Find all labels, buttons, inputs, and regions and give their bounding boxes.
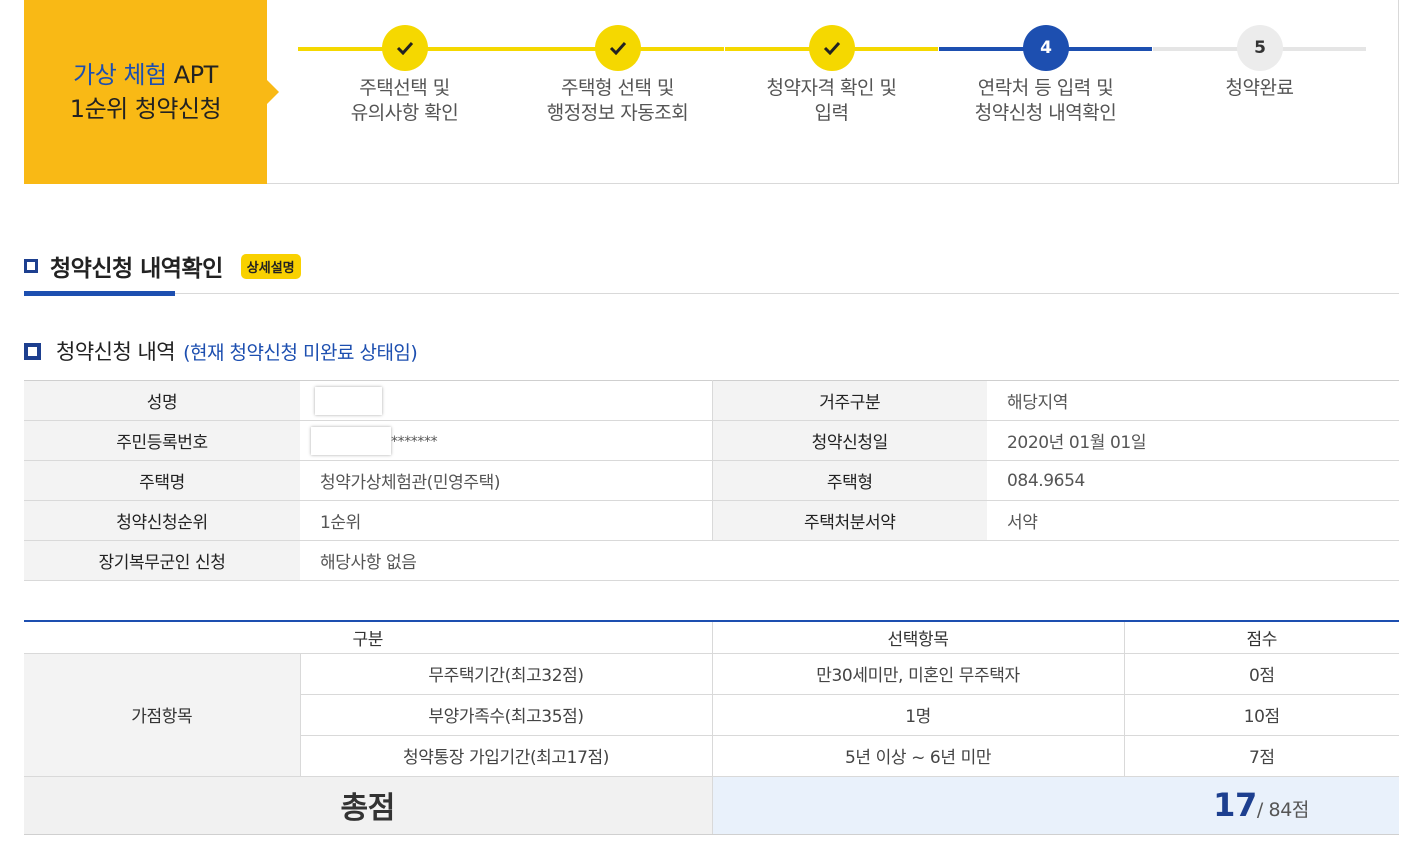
- total-score: 17: [1213, 786, 1257, 824]
- step-connector: [1153, 47, 1239, 51]
- application-status-text: (현재 청약신청 미완료 상태임): [183, 341, 418, 364]
- table-row: 청약신청순위 1순위 주택처분서약 서약: [24, 500, 1399, 541]
- score-item: 무주택기간(최고32점): [299, 652, 713, 695]
- divider: [24, 293, 1399, 294]
- step-label: 청약완료: [1225, 77, 1294, 99]
- military-label: 장기복무군인 신청: [24, 540, 300, 581]
- checkmark-icon: [595, 25, 641, 71]
- pledge-label: 주택처분서약: [711, 500, 987, 541]
- name-value: [300, 380, 712, 421]
- score-points: 7점: [1123, 734, 1400, 777]
- step-label: 연락처 등 입력 및 청약신청 내역확인: [974, 77, 1117, 124]
- page-title-line1: 가상 체험 APT: [73, 61, 218, 89]
- table-row: 성명 거주구분 해당지역: [24, 380, 1399, 421]
- score-points: 0점: [1123, 652, 1400, 695]
- step-connector: [298, 47, 384, 51]
- step-5: 5 청약완료: [1153, 24, 1366, 134]
- step-connector: [725, 47, 811, 51]
- table-row: 주택명 청약가상체험관(민영주택) 주택형 084.9654: [24, 460, 1399, 501]
- application-info-table: 성명 거주구분 해당지역 주민등록번호 ******* 청약신청일 2020년 …: [24, 380, 1399, 581]
- step-connector: [1280, 47, 1366, 51]
- step-connector: [852, 47, 938, 51]
- score-table: 구분 선택항목 점수 가점항목 무주택기간(최고32점) 만30세미만, 미혼인…: [24, 620, 1400, 835]
- section-header: 청약신청 내역확인 상세설명: [24, 249, 301, 283]
- military-value: 해당사항 없음: [300, 540, 1399, 581]
- score-selection: 5년 이상 ~ 6년 미만: [711, 734, 1125, 777]
- total-value: 17/ 84점: [711, 775, 1400, 835]
- residence-value: 해당지역: [987, 380, 1399, 421]
- house-name-value: 청약가상체험관(민영주택): [300, 460, 712, 501]
- table-row: 주민등록번호 ******* 청약신청일 2020년 01월 01일: [24, 420, 1399, 461]
- score-selection: 1명: [711, 693, 1125, 736]
- step-connector: [638, 47, 724, 51]
- step-label: 주택형 선택 및 행정정보 자동조회: [546, 77, 689, 124]
- step-connector: [939, 47, 1025, 51]
- square-bullet-icon: [24, 259, 38, 273]
- apply-date-label: 청약신청일: [711, 420, 987, 461]
- rrn-label: 주민등록번호: [24, 420, 300, 461]
- subsection-title: 청약신청 내역: [56, 340, 176, 364]
- step-1: 주택선택 및 유의사항 확인: [298, 24, 511, 134]
- masked-rrn: [311, 426, 391, 455]
- detail-explanation-button[interactable]: 상세설명: [240, 253, 301, 279]
- pledge-value: 서약: [987, 500, 1399, 541]
- step-indicator: 주택선택 및 유의사항 확인 주택형 선택 및 행정정보 자동조회 청약자격 확인 …: [298, 24, 1366, 144]
- col-header-points: 점수: [1123, 621, 1400, 654]
- step-2: 주택형 선택 및 행정정보 자동조회: [511, 24, 724, 134]
- step-connector: [511, 47, 597, 51]
- total-max-score: / 84점: [1256, 799, 1310, 821]
- table-row: 가점항목 무주택기간(최고32점) 만30세미만, 미혼인 무주택자 0점: [24, 652, 1400, 777]
- apply-date-value: 2020년 01월 01일: [987, 420, 1399, 461]
- rank-value: 1순위: [300, 500, 712, 541]
- masked-name: [315, 386, 382, 415]
- step-3: 청약자격 확인 및 입력: [725, 24, 938, 134]
- house-name-label: 주택명: [24, 460, 300, 501]
- col-header-category: 구분: [24, 621, 713, 654]
- step-connector: [425, 47, 511, 51]
- rank-label: 청약신청순위: [24, 500, 300, 541]
- score-points: 10점: [1123, 693, 1400, 736]
- col-header-selection: 선택항목: [711, 621, 1125, 654]
- subsection-header: 청약신청 내역 (현재 청약신청 미완료 상태임): [24, 336, 418, 366]
- total-row: 총점 17/ 84점: [24, 775, 1400, 835]
- name-label: 성명: [24, 380, 300, 421]
- score-group-label: 가점항목: [24, 652, 301, 777]
- step-label: 청약자격 확인 및 입력: [766, 77, 897, 124]
- square-bullet-icon: [24, 342, 41, 360]
- score-selection: 만30세미만, 미혼인 무주택자: [711, 652, 1125, 695]
- table-header-row: 구분 선택항목 점수: [24, 621, 1400, 654]
- step-label: 주택선택 및 유의사항 확인: [350, 77, 459, 124]
- divider-accent: [24, 291, 175, 296]
- checkmark-icon: [382, 25, 428, 71]
- rrn-value: *******: [300, 420, 712, 461]
- checkmark-icon: [809, 25, 855, 71]
- score-item: 청약통장 가입기간(최고17점): [300, 734, 713, 777]
- residence-label: 거주구분: [711, 380, 987, 421]
- section-title: 청약신청 내역확인: [50, 256, 223, 282]
- house-type-label: 주택형: [711, 460, 987, 501]
- step-connector: [1066, 47, 1152, 51]
- page-title-box: 가상 체험 APT 1순위 청약신청: [24, 0, 279, 184]
- total-label: 총점: [24, 775, 713, 835]
- score-item: 부양가족수(최고35점): [300, 693, 713, 736]
- step-number-current: 4: [1023, 25, 1069, 71]
- page-title-line2: 1순위 청약신청: [69, 95, 222, 123]
- table-row: 장기복무군인 신청 해당사항 없음: [24, 540, 1399, 581]
- step-number: 5: [1237, 25, 1283, 71]
- house-type-value: 084.9654: [987, 460, 1399, 501]
- step-4: 4 연락처 등 입력 및 청약신청 내역확인: [939, 24, 1152, 134]
